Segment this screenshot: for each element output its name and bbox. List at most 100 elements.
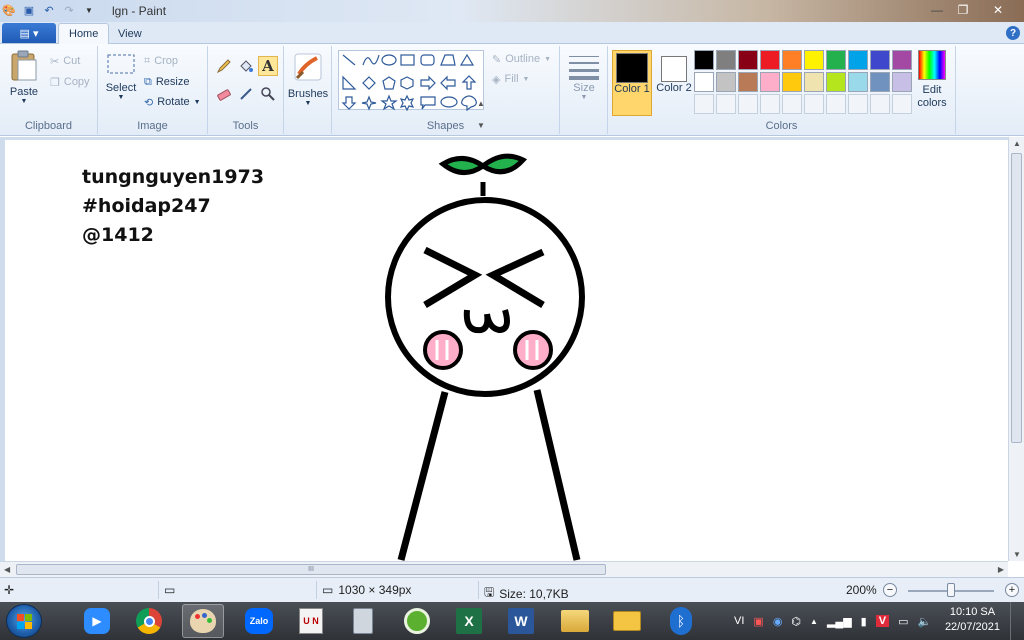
shapes-scroll-down-icon[interactable]: ▼	[476, 116, 486, 134]
palette-swatch[interactable]	[804, 50, 824, 70]
palette-swatch[interactable]	[870, 72, 890, 92]
palette-swatch[interactable]	[804, 72, 824, 92]
rotate-button[interactable]: ⟲ Rotate ▼	[144, 93, 201, 111]
scroll-right-icon[interactable]: ▶	[998, 565, 1004, 574]
palette-swatch[interactable]	[782, 72, 802, 92]
custom-color-slot[interactable]	[826, 94, 846, 114]
resize-button[interactable]: ⧉ Resize	[144, 73, 189, 91]
paste-dropdown-icon[interactable]: ▼	[21, 98, 28, 105]
show-hidden-icons[interactable]: ▲	[810, 617, 818, 626]
calculator-icon[interactable]	[342, 604, 384, 638]
start-button[interactable]	[6, 604, 42, 638]
tab-home[interactable]: Home	[58, 23, 110, 44]
coccoc-icon[interactable]	[396, 604, 438, 638]
palette-swatch[interactable]	[694, 72, 714, 92]
horizontal-scrollbar[interactable]: ◀ III ▶	[0, 561, 1008, 577]
custom-color-slot[interactable]	[892, 94, 912, 114]
display-tray-icon[interactable]: ▭	[898, 615, 908, 628]
select-button[interactable]: Select ▼	[104, 52, 138, 101]
palette-swatch[interactable]	[782, 50, 802, 70]
zoom-slider-thumb[interactable]	[947, 583, 955, 597]
help-icon[interactable]: ?	[1006, 26, 1020, 40]
vertical-scrollbar[interactable]: ▲ ▼	[1008, 137, 1024, 561]
magnifier-icon[interactable]	[258, 84, 278, 104]
fill-button[interactable]: ◈ Fill ▼	[492, 70, 529, 88]
scroll-up-icon[interactable]: ▲	[1013, 139, 1021, 148]
palette-swatch[interactable]	[738, 50, 758, 70]
vertical-scroll-thumb[interactable]	[1011, 153, 1022, 443]
custom-color-slot[interactable]	[760, 94, 780, 114]
file-menu-button[interactable]: ▤ ▾	[2, 23, 56, 43]
scroll-down-icon[interactable]: ▼	[1013, 550, 1021, 559]
text-tool-icon[interactable]: A	[258, 56, 278, 76]
select-dropdown-icon[interactable]: ▼	[118, 94, 125, 101]
palette-swatch[interactable]	[826, 72, 846, 92]
vietkey-tray-icon[interactable]: ▣	[753, 615, 763, 628]
mail-icon[interactable]	[606, 604, 648, 638]
brushes-button[interactable]: Brushes ▼	[288, 52, 328, 107]
excel-icon[interactable]: X	[448, 604, 490, 638]
paint-app-icon[interactable]: 🎨	[2, 3, 16, 17]
edit-colors-button[interactable]: Edit colors	[912, 50, 952, 110]
fill-bucket-icon[interactable]	[236, 56, 256, 76]
crop-button[interactable]: ⌗ Crop	[144, 52, 178, 70]
close-button[interactable]: ✕	[978, 0, 1018, 20]
explorer-icon[interactable]	[554, 604, 596, 638]
color2-button[interactable]: Color 2	[654, 50, 694, 116]
custom-color-slot[interactable]	[716, 94, 736, 114]
redo-icon[interactable]: ↷	[62, 3, 76, 17]
taskbar-clock[interactable]: 10:10 SA 22/07/2021	[945, 605, 1000, 635]
usb-tray-icon[interactable]: ⌬	[791, 615, 801, 628]
size-button[interactable]: Size ▼	[564, 52, 604, 101]
palette-swatch[interactable]	[892, 72, 912, 92]
shapes-gallery[interactable]	[338, 50, 484, 112]
palette-swatch[interactable]	[716, 72, 736, 92]
language-indicator[interactable]: VI	[734, 615, 744, 627]
palette-swatch[interactable]	[848, 72, 868, 92]
horizontal-scroll-thumb[interactable]: III	[16, 564, 606, 575]
tab-view[interactable]: View	[108, 23, 152, 44]
drawing-canvas[interactable]: tungnguyen1973 #hoidap247 @1412	[5, 140, 1008, 561]
unikey-icon[interactable]: U N	[290, 604, 332, 638]
palette-swatch[interactable]	[694, 50, 714, 70]
copy-button[interactable]: ❐ Copy	[50, 73, 90, 91]
shapes-scroll-up-icon[interactable]: ▲	[476, 94, 486, 112]
paint-icon[interactable]	[182, 604, 224, 638]
custom-color-slot[interactable]	[738, 94, 758, 114]
cut-button[interactable]: ✂ Cut	[50, 52, 80, 70]
palette-swatch[interactable]	[826, 50, 846, 70]
volume-icon[interactable]: 🔈	[917, 615, 931, 628]
show-desktop-button[interactable]	[1010, 602, 1024, 640]
custom-color-slot[interactable]	[848, 94, 868, 114]
help-tray-icon[interactable]: ◉	[773, 615, 783, 628]
word-icon[interactable]: W	[500, 604, 542, 638]
minimize-button[interactable]: —	[924, 0, 950, 20]
zoom-icon[interactable]: ▶	[76, 604, 118, 638]
palette-swatch[interactable]	[760, 50, 780, 70]
save-icon[interactable]: ▣	[22, 3, 36, 17]
maximize-button[interactable]: ❐	[950, 0, 976, 20]
palette-swatch[interactable]	[870, 50, 890, 70]
custom-color-slot[interactable]	[782, 94, 802, 114]
zoom-in-button[interactable]: +	[1005, 583, 1019, 597]
palette-swatch[interactable]	[892, 50, 912, 70]
customize-qat-icon[interactable]: ▼	[82, 3, 96, 17]
custom-color-slot[interactable]	[694, 94, 714, 114]
pencil-icon[interactable]	[214, 56, 234, 76]
paste-button[interactable]: Paste ▼	[6, 50, 42, 105]
zalo-icon[interactable]: Zalo	[238, 604, 280, 638]
custom-color-slot[interactable]	[870, 94, 890, 114]
vivaldi-tray-icon[interactable]: V	[875, 615, 890, 627]
battery-icon[interactable]: ▮	[861, 615, 867, 628]
undo-icon[interactable]: ↶	[42, 3, 56, 17]
custom-color-slot[interactable]	[804, 94, 824, 114]
network-icon[interactable]: ▂▄▆	[827, 615, 852, 628]
zoom-out-button[interactable]: −	[883, 583, 897, 597]
color1-button[interactable]: Color 1	[612, 50, 652, 116]
palette-swatch[interactable]	[848, 50, 868, 70]
eraser-icon[interactable]	[214, 84, 234, 104]
outline-button[interactable]: ✎ Outline ▼	[492, 50, 551, 68]
palette-swatch[interactable]	[760, 72, 780, 92]
bluetooth-icon[interactable]: ᛒ	[660, 604, 702, 638]
palette-swatch[interactable]	[738, 72, 758, 92]
